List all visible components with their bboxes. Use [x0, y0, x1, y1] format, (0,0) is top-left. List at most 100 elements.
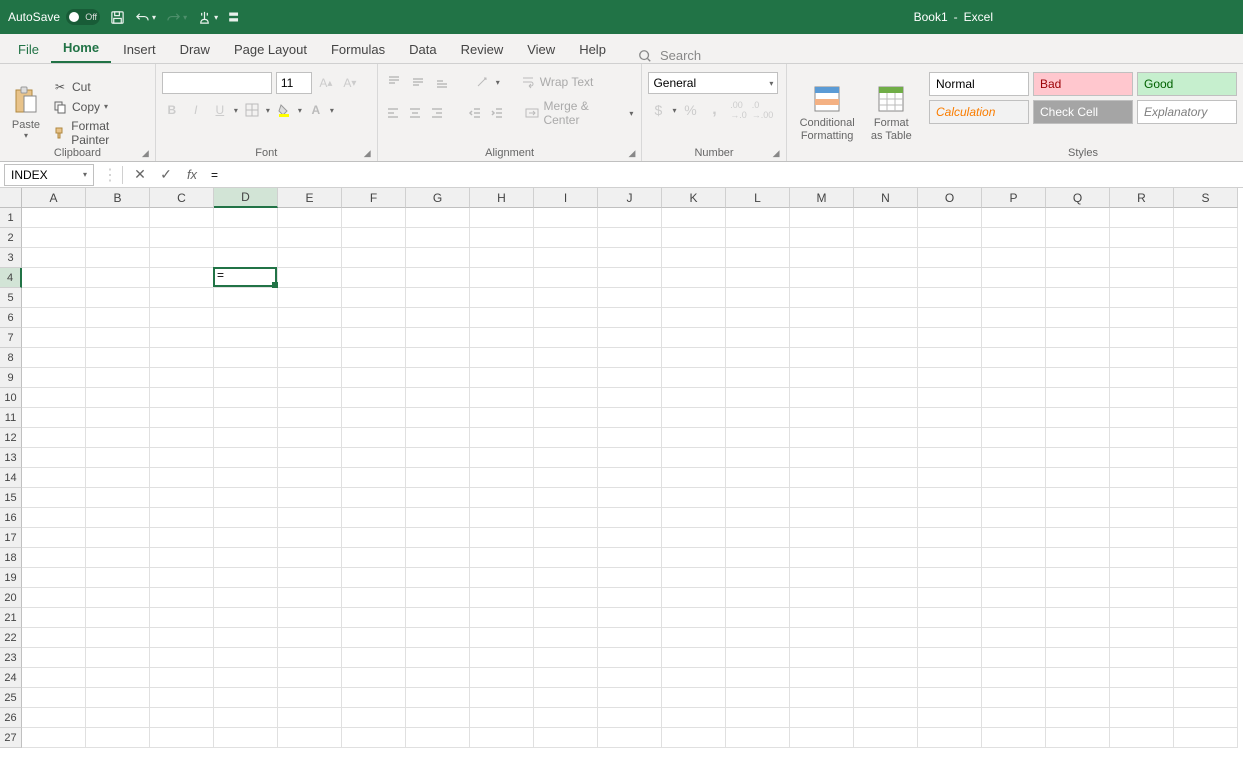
cell-N11[interactable] [854, 408, 918, 428]
cell-A9[interactable] [22, 368, 86, 388]
cell-M16[interactable] [790, 508, 854, 528]
cell-K3[interactable] [662, 248, 726, 268]
cell-P25[interactable] [982, 688, 1046, 708]
cell-Q24[interactable] [1046, 668, 1110, 688]
cell-K7[interactable] [662, 328, 726, 348]
row-header-3[interactable]: 3 [0, 248, 22, 268]
cell-R24[interactable] [1110, 668, 1174, 688]
cell-F4[interactable] [342, 268, 406, 288]
cell-Q26[interactable] [1046, 708, 1110, 728]
cell-A23[interactable] [22, 648, 86, 668]
cell-S3[interactable] [1174, 248, 1238, 268]
cell-R27[interactable] [1110, 728, 1174, 748]
row-header-1[interactable]: 1 [0, 208, 22, 228]
cell-N14[interactable] [854, 468, 918, 488]
cell-M12[interactable] [790, 428, 854, 448]
cell-N16[interactable] [854, 508, 918, 528]
autosave-switch[interactable]: Off [66, 9, 100, 25]
cell-Q4[interactable] [1046, 268, 1110, 288]
increase-font-icon[interactable]: A▴ [316, 73, 336, 93]
cell-M14[interactable] [790, 468, 854, 488]
cell-K8[interactable] [662, 348, 726, 368]
cell-N25[interactable] [854, 688, 918, 708]
cell-D8[interactable] [214, 348, 278, 368]
cell-F27[interactable] [342, 728, 406, 748]
cell-Q15[interactable] [1046, 488, 1110, 508]
cell-S2[interactable] [1174, 228, 1238, 248]
cell-S5[interactable] [1174, 288, 1238, 308]
cell-S24[interactable] [1174, 668, 1238, 688]
clipboard-launcher[interactable]: ◢ [142, 148, 152, 158]
cell-S23[interactable] [1174, 648, 1238, 668]
cell-B3[interactable] [86, 248, 150, 268]
cell-F17[interactable] [342, 528, 406, 548]
row-header-26[interactable]: 26 [0, 708, 22, 728]
cell-N21[interactable] [854, 608, 918, 628]
cell-O13[interactable] [918, 448, 982, 468]
cell-L26[interactable] [726, 708, 790, 728]
cell-J3[interactable] [598, 248, 662, 268]
cell-K21[interactable] [662, 608, 726, 628]
cell-S25[interactable] [1174, 688, 1238, 708]
cell-M7[interactable] [790, 328, 854, 348]
cell-I10[interactable] [534, 388, 598, 408]
cell-B25[interactable] [86, 688, 150, 708]
cell-P18[interactable] [982, 548, 1046, 568]
cell-O11[interactable] [918, 408, 982, 428]
row-header-22[interactable]: 22 [0, 628, 22, 648]
cell-G26[interactable] [406, 708, 470, 728]
cell-Q13[interactable] [1046, 448, 1110, 468]
cell-G19[interactable] [406, 568, 470, 588]
cell-E1[interactable] [278, 208, 342, 228]
cell-A20[interactable] [22, 588, 86, 608]
cell-S26[interactable] [1174, 708, 1238, 728]
cell-M8[interactable] [790, 348, 854, 368]
cell-H23[interactable] [470, 648, 534, 668]
cell-B18[interactable] [86, 548, 150, 568]
cell-P15[interactable] [982, 488, 1046, 508]
cell-Q12[interactable] [1046, 428, 1110, 448]
cell-N26[interactable] [854, 708, 918, 728]
cell-D25[interactable] [214, 688, 278, 708]
cell-J25[interactable] [598, 688, 662, 708]
cell-I22[interactable] [534, 628, 598, 648]
tab-review[interactable]: Review [449, 36, 516, 63]
col-header-G[interactable]: G [406, 188, 470, 208]
cell-A1[interactable] [22, 208, 86, 228]
cell-J26[interactable] [598, 708, 662, 728]
cell-M18[interactable] [790, 548, 854, 568]
cell-M24[interactable] [790, 668, 854, 688]
cell-L7[interactable] [726, 328, 790, 348]
cell-K13[interactable] [662, 448, 726, 468]
cell-O19[interactable] [918, 568, 982, 588]
cell-E22[interactable] [278, 628, 342, 648]
cell-M19[interactable] [790, 568, 854, 588]
cell-M17[interactable] [790, 528, 854, 548]
cell-B12[interactable] [86, 428, 150, 448]
cell-Q21[interactable] [1046, 608, 1110, 628]
cell-C4[interactable] [150, 268, 214, 288]
cell-K14[interactable] [662, 468, 726, 488]
redo-button[interactable]: ▾ [166, 10, 187, 25]
cell-P24[interactable] [982, 668, 1046, 688]
cell-F2[interactable] [342, 228, 406, 248]
accounting-format-icon[interactable]: $ [648, 100, 668, 120]
col-header-F[interactable]: F [342, 188, 406, 208]
cell-O5[interactable] [918, 288, 982, 308]
cell-K9[interactable] [662, 368, 726, 388]
cell-M13[interactable] [790, 448, 854, 468]
font-size-input[interactable] [276, 72, 312, 94]
decrease-decimal-icon[interactable]: .0→.00 [752, 100, 772, 120]
cell-H26[interactable] [470, 708, 534, 728]
cell-P23[interactable] [982, 648, 1046, 668]
align-middle-icon[interactable] [408, 72, 428, 92]
cell-J14[interactable] [598, 468, 662, 488]
cell-E19[interactable] [278, 568, 342, 588]
cell-I9[interactable] [534, 368, 598, 388]
cell-A25[interactable] [22, 688, 86, 708]
cell-I25[interactable] [534, 688, 598, 708]
row-header-11[interactable]: 11 [0, 408, 22, 428]
cell-K24[interactable] [662, 668, 726, 688]
cell-B8[interactable] [86, 348, 150, 368]
cell-S13[interactable] [1174, 448, 1238, 468]
